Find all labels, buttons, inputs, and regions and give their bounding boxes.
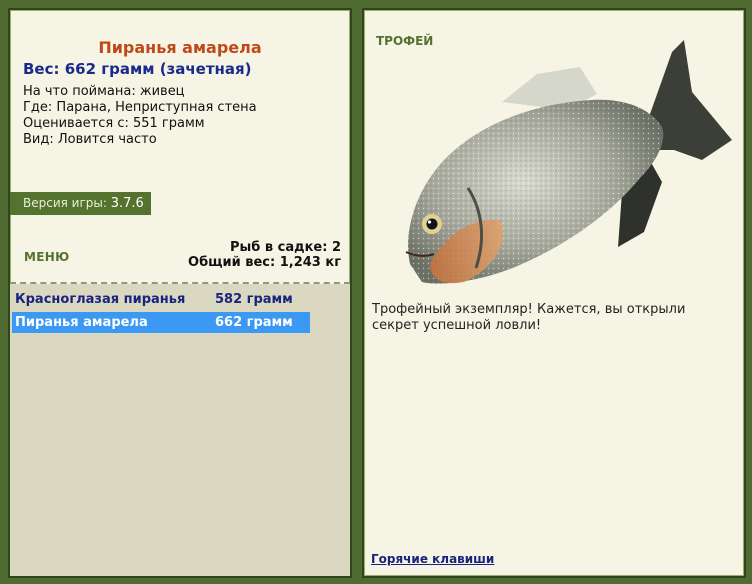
list-item-name: Красноглазая пиранья (15, 292, 186, 307)
trophy-panel: ТРОФЕЙ Трофейный экземпляр! Кажется, вы … (362, 8, 746, 578)
list-item-weight: 582 грамм (215, 292, 293, 307)
fish-info-panel: Пиранья амарела Вес: 662 грамм (зачетная… (8, 8, 352, 578)
fish-weight: Вес: 662 грамм (зачетная) (23, 60, 252, 78)
list-item-name: Пиранья амарела (15, 315, 148, 330)
version-bar: Версия игры: 3.7.6 (10, 192, 151, 215)
threshold-line: Оценивается с: 551 грамм (23, 116, 205, 131)
version-value: 3.7.6 (110, 196, 144, 211)
list-item-amarela-piranha[interactable]: Пиранья амарела 662 грамм (12, 312, 310, 333)
piranha-image (405, 40, 732, 284)
list-item-weight: 662 грамм (215, 315, 293, 330)
hotkeys-link[interactable]: Горячие клавиши (371, 552, 494, 566)
frequency-line: Вид: Ловится часто (23, 132, 157, 147)
version-label: Версия игры: (23, 196, 107, 210)
menu-button[interactable]: МЕНЮ (24, 250, 69, 264)
total-weight: Общий вес: 1,243 кг (188, 255, 341, 270)
location-line: Где: Парана, Неприступная стена (23, 100, 257, 115)
list-item-red-eyed-piranha[interactable]: Красноглазая пиранья 582 грамм (12, 289, 310, 310)
trophy-label: ТРОФЕЙ (376, 34, 434, 48)
fish-details: На что поймана: живец Где: Парана, Непри… (23, 84, 257, 148)
fish-count: Рыб в садке: 2 (229, 240, 341, 255)
bait-line: На что поймана: живец (23, 84, 185, 99)
catch-summary: Рыб в садке: 2 Общий вес: 1,243 кг (188, 240, 341, 270)
fish-title: Пиранья амарела (98, 38, 262, 57)
catch-list: Красноглазая пиранья 582 грамм Пиранья а… (10, 284, 350, 576)
trophy-message: Трофейный экземпляр! Кажется, вы открыли… (372, 302, 686, 333)
